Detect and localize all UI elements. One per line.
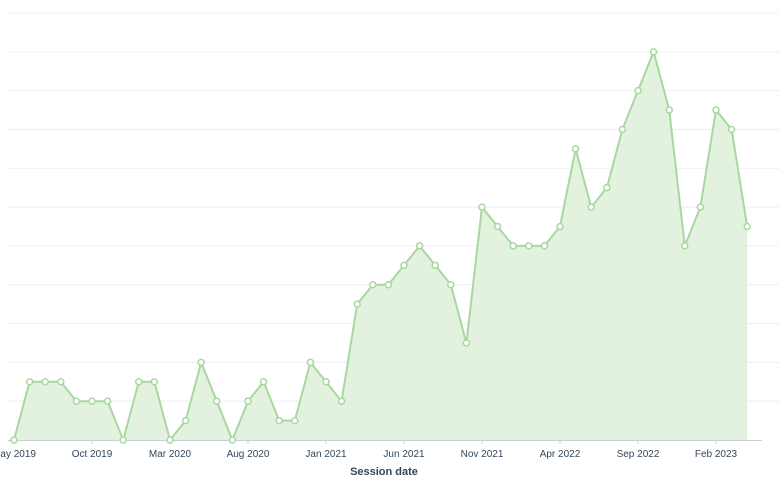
data-point[interactable]	[369, 280, 377, 289]
data-point[interactable]	[509, 242, 517, 250]
data-point[interactable]	[181, 416, 190, 425]
data-point[interactable]	[571, 145, 580, 153]
data-point[interactable]	[228, 436, 237, 444]
x-tick-label: Aug 2020	[227, 449, 270, 460]
data-point[interactable]	[259, 378, 268, 386]
data-point[interactable]	[41, 378, 49, 386]
data-point[interactable]	[493, 222, 502, 231]
data-point[interactable]	[400, 261, 408, 270]
data-point[interactable]	[540, 242, 549, 250]
data-point[interactable]	[135, 378, 143, 386]
data-point[interactable]	[337, 397, 346, 405]
data-point[interactable]	[681, 242, 689, 250]
data-point[interactable]	[587, 203, 595, 211]
data-point[interactable]	[431, 261, 439, 270]
data-point[interactable]	[556, 222, 564, 231]
data-point[interactable]	[415, 242, 424, 250]
x-tick-label: Jan 2021	[305, 449, 347, 460]
data-point[interactable]	[634, 86, 642, 95]
data-point[interactable]	[727, 125, 736, 134]
x-tick-label: Nov 2021	[461, 449, 504, 460]
data-point[interactable]	[322, 378, 330, 386]
x-tick-label: Feb 2023	[695, 449, 738, 460]
data-point[interactable]	[213, 397, 221, 405]
data-point[interactable]	[525, 242, 533, 250]
area-chart-svg: May 2019 Oct 2019 Mar 2020 Aug 2020 Jan 2021…	[0, 12, 779, 478]
x-tick-label: May 2019	[0, 449, 36, 460]
data-point[interactable]	[462, 339, 471, 347]
data-point[interactable]	[306, 358, 315, 367]
data-point[interactable]	[603, 183, 611, 192]
x-tick-label: Oct 2019	[72, 449, 113, 460]
data-point[interactable]	[649, 48, 658, 56]
data-point[interactable]	[150, 378, 159, 386]
data-point[interactable]	[275, 416, 283, 425]
data-point[interactable]	[10, 436, 18, 444]
data-point[interactable]	[291, 416, 299, 425]
data-point[interactable]	[88, 397, 96, 405]
data-point[interactable]	[57, 378, 65, 386]
data-point[interactable]	[244, 397, 252, 405]
data-point[interactable]	[384, 280, 393, 289]
x-tick-label: Jun 2021	[383, 449, 425, 460]
data-point[interactable]	[743, 222, 751, 231]
data-point[interactable]	[197, 358, 205, 367]
data-point[interactable]	[447, 280, 455, 289]
x-tick-label: Apr 2022	[540, 449, 581, 460]
data-point[interactable]	[119, 436, 127, 444]
data-point[interactable]	[25, 378, 34, 386]
data-point[interactable]	[712, 106, 720, 114]
session-chart: May 2019 Oct 2019 Mar 2020 Aug 2020 Jan 2021…	[0, 0, 779, 484]
data-point[interactable]	[353, 300, 361, 308]
x-axis-title: Session date	[350, 466, 418, 478]
data-point[interactable]	[478, 203, 486, 211]
data-point[interactable]	[166, 436, 174, 444]
x-tick-label: Mar 2020	[149, 449, 192, 460]
data-point[interactable]	[696, 203, 705, 211]
x-tick-labels: May 2019 Oct 2019 Mar 2020 Aug 2020 Jan 2021…	[0, 440, 738, 460]
data-point[interactable]	[665, 106, 673, 114]
x-tick-label: Sep 2022	[617, 449, 660, 460]
data-point[interactable]	[103, 397, 112, 405]
data-point[interactable]	[618, 125, 627, 134]
data-point[interactable]	[72, 397, 81, 405]
